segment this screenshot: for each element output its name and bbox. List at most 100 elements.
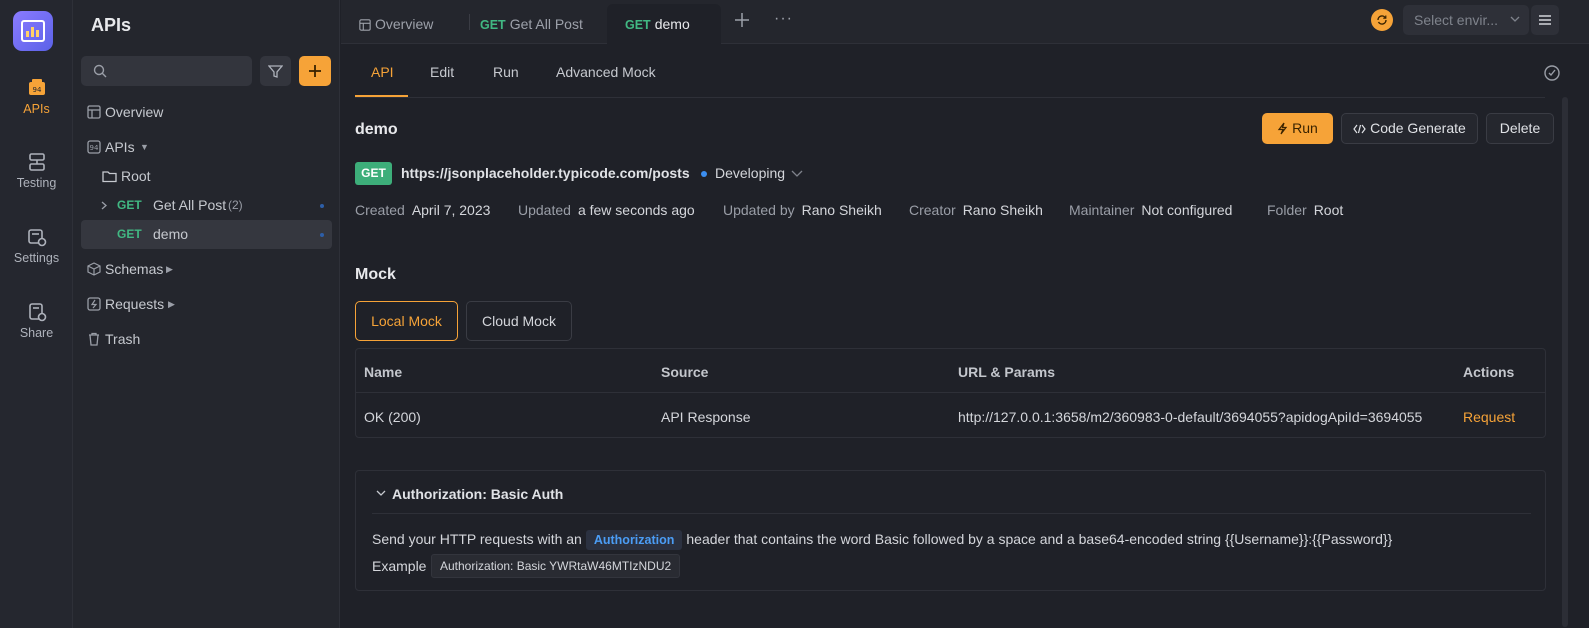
auth-header-code: Authorization [585,530,683,550]
tree-item-apis[interactable]: 94 APIs ▼ [81,133,332,162]
tab-cloud-mock[interactable]: Cloud Mock [466,301,572,341]
tab-local-mock[interactable]: Local Mock [355,301,458,341]
example-label: Example [372,558,427,574]
cell-mock-url[interactable]: http://127.0.0.1:3658/m2/360983-0-defaul… [958,409,1422,425]
apis-folder-icon: 94 [87,140,101,154]
tree-label-root: Root [121,168,151,184]
column-header-actions: Actions [1463,364,1515,380]
share-icon [28,303,46,322]
meta-folder: Folder Root [1267,202,1344,218]
search-input[interactable] [81,56,252,86]
subtab-advanced-mock[interactable]: Advanced Mock [556,64,656,80]
main-panel: API Edit Run Advanced Mock demo Run Code… [341,44,1589,628]
auth-title[interactable]: Authorization: Basic Auth [392,486,563,502]
meta-created: Created April 7, 2023 [355,202,491,218]
tree-item-root[interactable]: Root [81,162,332,191]
environment-select[interactable]: Select envir... [1403,5,1529,35]
api-tree: Overview 94 APIs ▼ Root GET Get All Post… [81,98,332,354]
run-button[interactable]: Run [1262,113,1333,144]
rail-item-testing[interactable]: Testing [0,152,73,190]
tab-demo[interactable]: GET demo [607,4,721,44]
tree-item-overview[interactable]: Overview [81,98,332,127]
meta-updated: Updated a few seconds ago [518,202,695,218]
settings-icon [27,229,46,247]
filter-icon [268,64,283,78]
meta-maintainer: Maintainer Not configured [1069,202,1233,218]
sidebar: APIs Overview 94 APIs ▼ Root GET Get All… [73,0,340,628]
tree-label-get-all-post: Get All Post [153,197,227,213]
add-button[interactable] [299,56,331,86]
request-link[interactable]: Request [1463,409,1515,425]
column-header-url: URL & Params [958,364,1056,380]
tree-label-schemas: Schemas [105,261,164,277]
status-select[interactable]: Developing [715,165,785,181]
api-url[interactable]: https://jsonplaceholder.typicode.com/pos… [401,165,690,181]
column-header-name: Name [364,364,403,380]
app-logo[interactable] [13,11,53,51]
code-icon [1353,124,1366,134]
tab-label: Overview [375,16,434,32]
lightning-icon [1277,122,1288,135]
rail-label-share: Share [19,326,54,340]
tree-item-trash[interactable]: Trash [81,325,332,354]
filter-button[interactable] [260,56,291,86]
history-icon[interactable] [1543,64,1561,82]
chevron-down-icon [1510,16,1520,22]
rail-item-settings[interactable]: Settings [0,227,73,265]
search-icon [93,64,107,78]
api-subtabs: API Edit Run Advanced Mock [355,44,1560,98]
overview-icon [87,105,101,119]
subtab-api[interactable]: API [371,64,394,80]
chevron-down-icon[interactable] [376,489,386,497]
tree-item-demo[interactable]: GET demo [81,220,332,249]
tab-overview[interactable]: Overview [341,4,461,44]
mock-heading: Mock [355,266,396,283]
trash-icon [89,332,99,346]
rail-item-apis[interactable]: 94 APIs [0,78,73,116]
item-count: (2) [228,198,243,212]
tree-item-get-all-post[interactable]: GET Get All Post (2) [81,191,332,220]
method-badge: GET [480,18,506,32]
rail-label-testing: Testing [16,176,57,190]
rail-item-share[interactable]: Share [0,302,73,340]
new-tab-icon[interactable] [734,12,750,28]
table-header [356,349,1545,393]
status-dot [320,233,324,237]
meta-creator: Creator Rano Sheikh [909,202,1043,218]
tree-label-apis: APIs [105,139,135,155]
subtab-edit[interactable]: Edit [430,64,454,80]
mock-table: Name Source URL & Params Actions OK (200… [355,348,1546,438]
plus-icon [309,65,321,77]
tree-item-schemas[interactable]: Schemas ▶ [81,255,332,284]
svg-text:94: 94 [32,86,41,94]
environment-placeholder: Select envir... [1414,12,1499,28]
folder-icon [102,171,117,183]
sidebar-title: APIs [91,15,132,35]
example-value: Authorization: Basic YWRtaW46MTIzNDU2 [431,554,681,578]
subtab-run[interactable]: Run [493,64,519,80]
chevron-down-icon[interactable] [791,166,803,180]
sync-icon[interactable] [1371,9,1393,31]
menu-button[interactable] [1531,5,1559,35]
column-header-source: Source [661,364,709,380]
code-generate-button[interactable]: Code Generate [1341,113,1478,144]
active-tab-indicator [355,95,408,97]
delete-button[interactable]: Delete [1486,113,1554,144]
cell-name: OK (200) [364,409,421,425]
overview-icon [359,19,371,31]
scrollbar[interactable] [1562,97,1568,627]
caret-right-icon: ▶ [168,299,175,309]
status-dot [320,204,324,208]
requests-icon [87,297,101,311]
more-tabs-icon[interactable]: ··· [774,10,793,28]
tab-get-all-post[interactable]: GET Get All Post [462,4,604,44]
code-generate-label: Code Generate [1370,120,1466,136]
tab-bar: Overview GET Get All Post GET demo ··· Sel… [341,0,1589,44]
run-label: Run [1292,120,1318,136]
tree-item-requests[interactable]: Requests ▶ [81,290,332,319]
divider [372,513,1531,514]
left-rail: 94 APIs Testing Settings Share [0,0,73,628]
tab-label: demo [654,16,690,32]
tree-label-overview: Overview [105,104,164,120]
apis-icon: 94 [28,79,45,95]
